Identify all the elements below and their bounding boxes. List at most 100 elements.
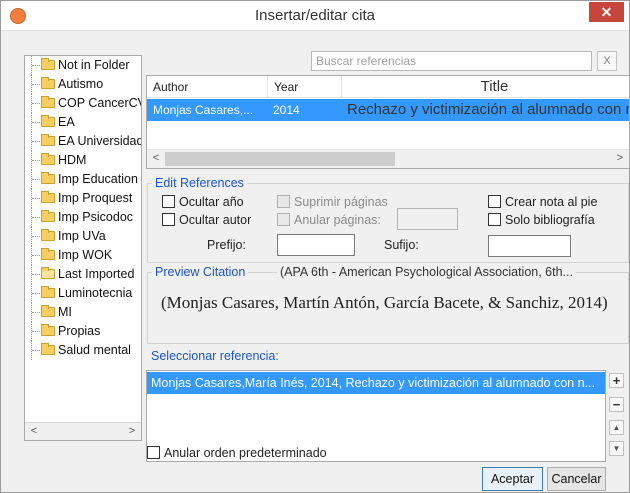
folder-label: Last Imported [58, 267, 135, 281]
folder-item[interactable]: Imp WOK [25, 246, 141, 265]
tree-connector [31, 341, 40, 360]
anular-paginas-field[interactable] [397, 208, 458, 230]
prefijo-input[interactable] [277, 234, 355, 256]
ocultar-anio-checkbox[interactable]: Ocultar año [162, 194, 244, 210]
folder-list: Not in Folder Autismo COP CancerCV EA EA Uni… [25, 56, 141, 360]
ocultar-autor-label: Ocultar autor [179, 213, 252, 227]
suprimir-paginas-label: Suprimir páginas [294, 195, 388, 209]
references-table: Author Year Title Monjas Casares,... 201… [146, 75, 630, 169]
folder-item[interactable]: EA Universidad [25, 132, 141, 151]
folder-icon [41, 229, 55, 241]
crear-nota-checkbox[interactable]: Crear nota al pie [488, 194, 597, 210]
tree-connector [31, 151, 40, 170]
move-down-button[interactable]: ▼ [609, 441, 624, 456]
prefijo-label: Prefijo: [207, 238, 246, 252]
cell-year: 2014 [273, 103, 300, 117]
folder-icon [41, 324, 55, 336]
folder-item[interactable]: EA [25, 113, 141, 132]
title-bar[interactable]: Insertar/editar cita ✕ [1, 1, 629, 31]
folder-item[interactable]: Imp UVa [25, 227, 141, 246]
folder-item[interactable]: Autismo [25, 75, 141, 94]
override-order-label: Anular orden predeterminado [164, 446, 327, 460]
folder-icon [41, 58, 55, 70]
folder-label: Imp Psicodoc [58, 210, 134, 224]
cancel-button[interactable]: Cancelar [547, 467, 606, 491]
solo-bibliografia-checkbox[interactable]: Solo bibliografía [488, 212, 595, 228]
tree-connector [31, 132, 40, 151]
folder-label: Imp WOK [58, 248, 113, 262]
folder-icon [41, 305, 55, 317]
folder-icon [41, 210, 55, 222]
scroll-right-icon[interactable]: > [124, 423, 140, 440]
folder-icon [41, 286, 55, 298]
folder-label: Imp Education [58, 172, 138, 186]
folder-item[interactable]: Imp Education [25, 170, 141, 189]
column-header-author[interactable]: Author [147, 76, 267, 98]
tree-connector [31, 284, 40, 303]
override-order-checkbox[interactable]: Anular orden predeterminado [147, 445, 327, 461]
accept-button[interactable]: Aceptar [482, 467, 543, 491]
column-header-title[interactable]: Title [341, 76, 629, 98]
tree-connector [31, 75, 40, 94]
search-clear-button[interactable]: X [597, 51, 617, 71]
cell-title: Rechazo y victimización al alumnado con … [347, 101, 629, 118]
folder-item[interactable]: Salud mental [25, 341, 141, 360]
folder-item[interactable]: Imp Proquest [25, 189, 141, 208]
scroll-left-icon[interactable]: < [148, 150, 164, 167]
folder-item[interactable]: Propias [25, 322, 141, 341]
column-header-year[interactable]: Year [267, 76, 341, 98]
crear-nota-label: Crear nota al pie [505, 195, 598, 209]
citation-style-label: (APA 6th - American Psychological Associ… [277, 265, 576, 279]
edit-references-legend: Edit References [152, 176, 247, 190]
selected-references-label: Seleccionar referencia: [151, 349, 279, 363]
folder-item[interactable]: Luminotecnia [25, 284, 141, 303]
move-up-button[interactable]: ▲ [609, 420, 624, 435]
folder-label: Propias [58, 324, 101, 338]
folder-label: EA Universidad [58, 134, 142, 148]
tree-connector [31, 113, 40, 132]
folder-icon [41, 191, 55, 203]
folder-label: COP CancerCV [58, 96, 142, 110]
remove-reference-button[interactable]: − [609, 397, 624, 412]
table-horizontal-scrollbar[interactable]: < > [147, 149, 629, 168]
citation-preview-text: (Monjas Casares, Martín Antón, García Ba… [161, 293, 608, 312]
table-row[interactable]: Monjas Casares,... 2014 Rechazo y victim… [147, 99, 629, 121]
scroll-right-icon[interactable]: > [612, 150, 628, 167]
folder-item[interactable]: Imp Psicodoc [25, 208, 141, 227]
folder-item[interactable]: Last Imported [25, 265, 141, 284]
folder-item[interactable]: COP CancerCV [25, 94, 141, 113]
anular-paginas-checkbox[interactable]: Anular páginas: [277, 212, 381, 228]
folder-item[interactable]: MI [25, 303, 141, 322]
folder-item[interactable]: Not in Folder [25, 56, 141, 75]
tree-connector [31, 227, 40, 246]
folder-icon [41, 134, 55, 146]
list-item[interactable]: Monjas Casares,María Inés, 2014, Rechazo… [147, 372, 605, 394]
suprimir-paginas-checkbox[interactable]: Suprimir páginas [277, 194, 388, 210]
folder-open-icon [41, 267, 55, 279]
folder-horizontal-scrollbar[interactable]: < > [25, 422, 141, 440]
sufijo-input[interactable] [488, 235, 571, 257]
scrollbar-thumb[interactable] [165, 152, 395, 166]
tree-connector [31, 322, 40, 341]
add-reference-button[interactable]: + [609, 373, 624, 388]
scroll-left-icon[interactable]: < [26, 423, 42, 440]
solo-bibliografia-label: Solo bibliografía [505, 213, 595, 227]
folder-label: Autismo [58, 77, 104, 91]
tree-connector [31, 208, 40, 227]
cell-author: Monjas Casares,... [153, 103, 254, 117]
tree-connector [31, 265, 40, 284]
folder-item[interactable]: HDM [25, 151, 141, 170]
folder-icon [41, 343, 55, 355]
search-input[interactable]: Buscar referencias [311, 51, 592, 71]
sufijo-label: Sufijo: [384, 238, 419, 252]
anular-paginas-label: Anular páginas: [294, 213, 381, 227]
folder-icon [41, 115, 55, 127]
tree-connector [31, 56, 40, 75]
ocultar-autor-checkbox[interactable]: Ocultar autor [162, 212, 251, 228]
folder-label: Luminotecnia [58, 286, 133, 300]
folder-icon [41, 153, 55, 165]
folder-label: Salud mental [58, 343, 131, 357]
close-button[interactable]: ✕ [589, 2, 624, 22]
folder-label: Not in Folder [58, 58, 130, 72]
folder-label: MI [58, 305, 72, 319]
